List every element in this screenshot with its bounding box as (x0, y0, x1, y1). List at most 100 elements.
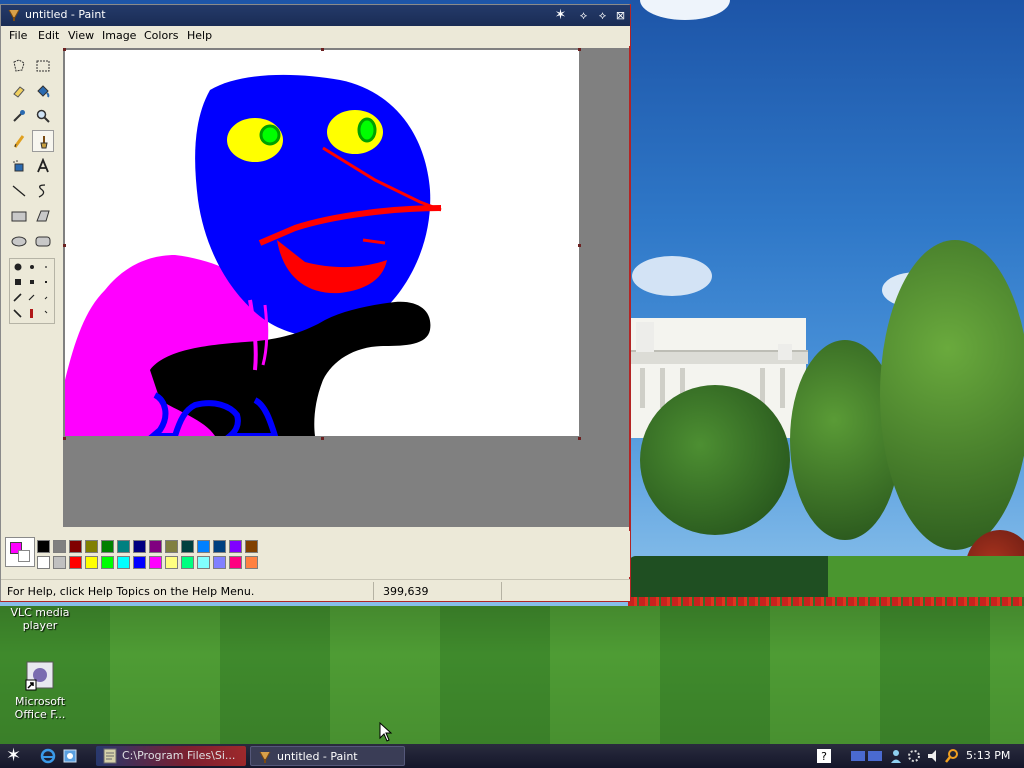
speaker-icon[interactable] (926, 748, 942, 764)
palette-color-swatch[interactable] (245, 540, 258, 553)
palette-color-swatch[interactable] (133, 540, 146, 553)
line-tool[interactable] (8, 180, 30, 202)
canvas-area[interactable] (63, 48, 629, 527)
resize-handle[interactable] (578, 48, 581, 51)
palette-color-swatch[interactable] (37, 540, 50, 553)
title-bar[interactable]: untitled - Paint ✶ ⟡ ⟡ ⊠ (1, 5, 630, 26)
eraser-icon (13, 86, 25, 98)
brush-shape-options[interactable] (9, 258, 55, 324)
users-icon[interactable] (888, 748, 904, 764)
network-icon[interactable] (850, 748, 884, 764)
palette-color-swatch[interactable] (181, 540, 194, 553)
status-help-text: For Help, click Help Topics on the Help … (7, 585, 255, 598)
lawn-shade (0, 606, 1024, 744)
rectangle-tool[interactable] (8, 205, 30, 227)
face-drawing (65, 74, 442, 439)
pencil-tool[interactable] (8, 130, 30, 152)
magnifier-tool[interactable] (32, 105, 54, 127)
desktop-icon-label-line2: Office F... (14, 708, 66, 721)
palette-color-swatch[interactable] (197, 540, 210, 553)
menu-image[interactable]: Image (102, 29, 136, 42)
palette-color-swatch[interactable] (101, 556, 114, 569)
palette-color-swatch[interactable] (229, 556, 242, 569)
window-title: untitled - Paint (25, 8, 106, 21)
fill-tool[interactable] (32, 80, 54, 102)
ellipse-icon (11, 236, 27, 247)
start-button[interactable]: ✶ (6, 747, 28, 765)
text-tool[interactable] (32, 155, 54, 177)
tree (640, 385, 790, 535)
palette-color-swatch[interactable] (53, 540, 66, 553)
palette-color-swatch[interactable] (197, 556, 210, 569)
status-bar: For Help, click Help Topics on the Help … (1, 579, 630, 601)
palette-color-swatch[interactable] (133, 556, 146, 569)
palette-color-swatch[interactable] (69, 556, 82, 569)
star-icon[interactable]: ✶ (553, 8, 568, 23)
building-cupola (778, 344, 792, 360)
palette-color-swatch[interactable] (149, 540, 162, 553)
menu-edit[interactable]: Edit (38, 29, 59, 42)
search-icon[interactable] (944, 748, 960, 764)
desktop-icon-microsoft-office[interactable]: Microsoft Office F... (0, 660, 80, 721)
polygon-tool[interactable] (32, 205, 54, 227)
palette-color-swatch[interactable] (37, 556, 50, 569)
menu-help[interactable]: Help (187, 29, 212, 42)
brush-tool[interactable] (32, 130, 54, 152)
palette-color-swatch[interactable] (245, 556, 258, 569)
palette-color-swatch[interactable] (149, 556, 162, 569)
paint-app-icon[interactable] (7, 8, 21, 22)
palette-color-swatch[interactable] (213, 540, 226, 553)
magnifier-icon (36, 109, 50, 123)
help-icon[interactable]: ? (816, 748, 832, 764)
palette-color-swatch[interactable] (85, 556, 98, 569)
palette-color-swatch[interactable] (85, 540, 98, 553)
show-desktop-icon[interactable] (62, 748, 78, 764)
menu-colors[interactable]: Colors (144, 29, 178, 42)
clock[interactable]: 5:13 PM (966, 744, 1010, 768)
resize-handle[interactable] (578, 244, 581, 247)
building-column (660, 368, 665, 408)
palette-color-swatch[interactable] (53, 556, 66, 569)
curve-tool[interactable] (32, 180, 54, 202)
resize-handle[interactable] (321, 437, 324, 440)
menu-file[interactable]: File (9, 29, 27, 42)
free-form-select-icon (13, 59, 25, 72)
close-button[interactable]: ⊠ (613, 8, 628, 23)
palette-color-swatch[interactable] (117, 556, 130, 569)
resize-handle[interactable] (63, 244, 66, 247)
ellipse-tool[interactable] (8, 230, 30, 252)
pick-color-tool[interactable] (8, 105, 30, 127)
desktop-icon-vlc[interactable]: VLC media player (0, 606, 80, 632)
palette-color-swatch[interactable] (213, 556, 226, 569)
current-colors[interactable] (5, 537, 35, 567)
taskbar-item-folder[interactable]: C:\Program Files\Si... (96, 746, 246, 766)
palette-color-swatch[interactable] (69, 540, 82, 553)
taskbar-item-label: untitled - Paint (277, 750, 358, 763)
resize-handle[interactable] (578, 437, 581, 440)
free-form-select-tool[interactable] (8, 55, 30, 77)
internet-explorer-icon[interactable] (40, 748, 56, 764)
resize-handle[interactable] (63, 48, 66, 51)
resize-handle[interactable] (63, 437, 66, 440)
palette-color-swatch[interactable] (165, 540, 178, 553)
palette-color-swatch[interactable] (117, 540, 130, 553)
taskbar-item-paint[interactable]: untitled - Paint (250, 746, 405, 766)
pencil-icon (13, 135, 25, 148)
resize-handle[interactable] (321, 48, 324, 51)
select-tool[interactable] (32, 55, 54, 77)
palette-color-swatch[interactable] (101, 540, 114, 553)
rounded-rectangle-tool[interactable] (32, 230, 54, 252)
minimize-button[interactable]: ⟡ (576, 8, 591, 23)
desktop-icon-label-line2: player (22, 619, 58, 632)
menu-view[interactable]: View (68, 29, 94, 42)
eraser-tool[interactable] (8, 80, 30, 102)
palette-color-swatch[interactable] (165, 556, 178, 569)
palette-color-swatch[interactable] (229, 540, 242, 553)
maximize-button[interactable]: ⟡ (595, 8, 610, 23)
settings-icon[interactable] (906, 748, 922, 764)
background-color[interactable] (18, 550, 30, 562)
lawn (828, 556, 1024, 602)
airbrush-tool[interactable] (8, 155, 30, 177)
palette-color-swatch[interactable] (181, 556, 194, 569)
drawing-canvas[interactable] (65, 50, 579, 439)
